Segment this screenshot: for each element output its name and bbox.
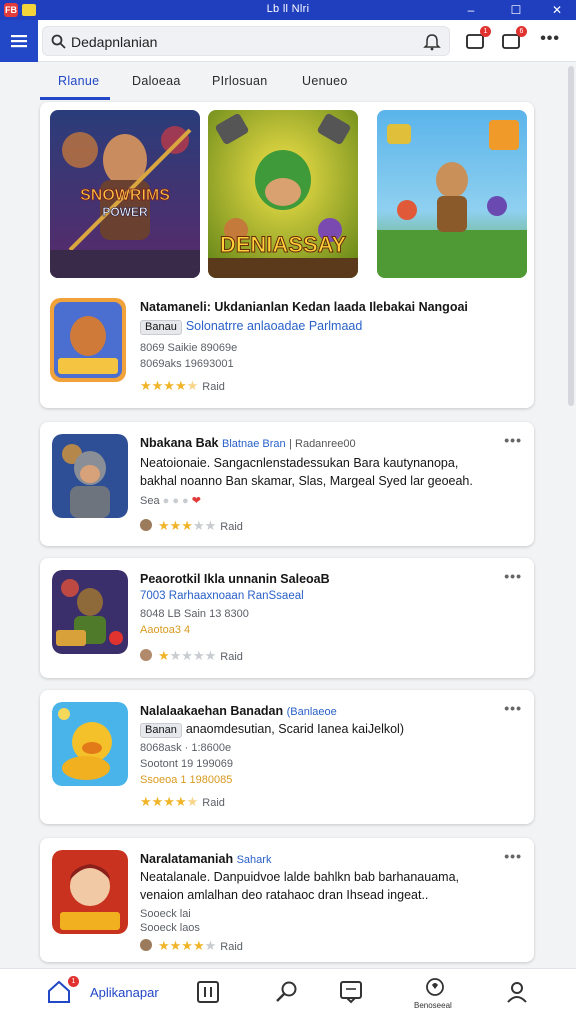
app-meta: Sea ● ● ● ❤	[140, 495, 201, 507]
nav-activity-label[interactable]: Benoseeal	[414, 1001, 452, 1010]
app-icon	[52, 434, 128, 518]
featured-card: SNOWRIMS POWER DENIASSAY Natamaneli: Ukd…	[40, 102, 534, 408]
banner-1-title: SNOWRIMS	[80, 187, 170, 204]
scrollbar[interactable]	[568, 66, 574, 406]
app-meta1: 8068ask · 1:8600e	[140, 742, 232, 754]
app-more-button[interactable]: •••	[504, 848, 522, 864]
avatar	[140, 519, 152, 531]
window-title: Lb ll Nlri	[266, 3, 310, 15]
featured-rating-label: Raid	[202, 381, 225, 393]
profile-icon	[507, 982, 527, 1003]
app-card[interactable]: Peaorotkil Ikla unnanin SaleoaB ••• 7003…	[40, 558, 534, 678]
app-card[interactable]: Naralatamaniah Sahark ••• Neatalanale. D…	[40, 838, 534, 962]
bottom-nav: 1 Aplikanapar Benoseeal	[0, 968, 576, 1024]
more-options-button[interactable]: •••	[540, 30, 560, 48]
app-rating: ★★★★★ Raid	[140, 794, 225, 809]
game-art-arena: DENIASSAY	[208, 110, 358, 278]
app-meta1: 8048 LB Sain 13 8300	[140, 608, 249, 620]
activity-icon	[426, 978, 444, 996]
featured-app-meta2: 8069aks 19693001	[140, 358, 234, 370]
app-more-button[interactable]: •••	[504, 700, 522, 716]
nav-library-button[interactable]	[195, 979, 225, 1009]
app-more-button[interactable]: •••	[504, 568, 522, 584]
minimize-button[interactable]: –	[456, 0, 486, 20]
featured-app-icon[interactable]	[50, 298, 126, 382]
tab-games[interactable]: Daloeaa	[132, 66, 181, 100]
app-meta2: Aaotoa3 4	[140, 624, 191, 636]
app-title: Nalalaakaehan Banadan (Banlaeoe	[140, 704, 337, 718]
app-subtitle-link[interactable]: 7003 Rarhaaxnoaan RanSsaeal	[140, 590, 304, 602]
app-card[interactable]: Nbakana Bak Blatnae Bran | Radanree00 ••…	[40, 422, 534, 546]
app-title: Nbakana Bak Blatnae Bran | Radanree00	[140, 436, 356, 450]
tab-new[interactable]: Uenueo	[302, 66, 348, 100]
featured-banner-1[interactable]: SNOWRIMS POWER	[50, 110, 200, 278]
inbox-button[interactable]: 1	[464, 26, 491, 52]
featured-banner-3[interactable]	[377, 110, 527, 278]
library-icon	[197, 981, 219, 1003]
app-desc-line1: Neatalanale. Danpuidvoe lalde bahlkn bab…	[140, 870, 459, 884]
app-icon	[52, 850, 128, 934]
nav-home-label[interactable]: Aplikanapar	[90, 985, 159, 1000]
app-desc-line2: bakhal noanno Ban skamar, Slas, Margeal …	[140, 474, 473, 488]
game-icon-hero	[52, 850, 128, 934]
app-title: Peaorotkil Ikla unnanin SaleoaB	[140, 572, 330, 586]
tab-home[interactable]: Rlanue	[58, 66, 99, 100]
tab-promotions[interactable]: PIrlosuan	[212, 66, 268, 100]
featured-app-meta1: 8069 Saikie 89069e	[140, 342, 238, 354]
game-icon-knight	[52, 434, 128, 518]
maximize-button[interactable]: ☐	[501, 0, 531, 20]
inbox-badge: 1	[480, 26, 491, 37]
game-art-adventure	[377, 110, 527, 278]
featured-app-title[interactable]: Natamaneli: Ukdanianlan Kedan laada Ileb…	[140, 300, 468, 314]
search-icon	[276, 981, 297, 1002]
app-rating: ★★★★★ Raid	[140, 648, 243, 664]
home-badge: 1	[68, 976, 79, 987]
tab-bar: Rlanue Daloeaa PIrlosuan Uenueo	[40, 66, 540, 100]
featured-app-rating: ★★★★★ Raid	[140, 378, 225, 393]
search-input[interactable]: Dedapnlanian	[42, 26, 450, 56]
app-title: Naralatamaniah Sahark	[140, 852, 272, 866]
app-meta2: Sootont 19 199069	[140, 758, 233, 770]
avatar	[140, 939, 152, 951]
search-text: Dedapnlanian	[71, 34, 158, 50]
game-art-warrior: SNOWRIMS POWER	[50, 110, 200, 278]
nav-profile-button[interactable]	[504, 979, 534, 1009]
nav-search-button[interactable]	[274, 979, 304, 1009]
banner-1-subtitle: POWER	[102, 205, 148, 219]
featured-banner-2[interactable]: DENIASSAY	[208, 110, 358, 278]
app-more-button[interactable]: •••	[504, 432, 522, 448]
window-titlebar: FB Lb ll Nlri – ☐ ✕	[0, 0, 576, 20]
avatar	[140, 649, 152, 661]
chat-icon	[340, 981, 362, 1004]
app-desc-line1: Banan anaomdesutian, Scarid Ianea kaiJelk…	[140, 722, 404, 738]
app-rating: ★★★★★ Raid	[140, 518, 243, 534]
featured-app-subtitle: Banau Solonatrre anlaoadae Parlmaad	[140, 319, 362, 335]
search-icon	[51, 34, 66, 49]
hamburger-icon	[11, 35, 27, 48]
messages-badge: 6	[516, 26, 527, 37]
game-icon-soldier	[52, 570, 128, 654]
toolbar: Dedapnlanian 1 6 •••	[0, 20, 576, 62]
app-meta3: Ssoeoa 1 1980085	[140, 774, 233, 786]
app-meta1: Sooeck lai	[140, 908, 191, 920]
app-desc-line2: venaion amlalhan deo ratahaoc dran Ihsea…	[140, 888, 429, 902]
nav-home-button[interactable]: 1	[46, 976, 79, 1009]
bell-icon[interactable]	[423, 33, 441, 51]
game-icon-monkey	[50, 298, 126, 382]
app-rating: ★★★★★ Raid	[140, 938, 243, 954]
featured-app-chip: Banau	[140, 320, 182, 335]
app-icon	[52, 702, 128, 786]
featured-app-link[interactable]: Solonatrre anlaoadae Parlmaad	[186, 319, 363, 333]
app-desc-line1: Neatoionaie. Sangacnlenstadessukan Bara …	[140, 456, 459, 470]
app-meta2: Sooeck laos	[140, 922, 200, 934]
app-icon	[52, 570, 128, 654]
messages-button[interactable]: 6	[500, 26, 527, 52]
menu-button[interactable]	[0, 20, 38, 62]
close-button[interactable]: ✕	[542, 0, 572, 20]
active-tab-indicator	[40, 97, 110, 100]
nav-messages-button[interactable]	[338, 979, 368, 1009]
app-card[interactable]: Nalalaakaehan Banadan (Banlaeoe ••• Bana…	[40, 690, 534, 824]
banner-2-title: DENIASSAY	[220, 232, 347, 257]
game-icon-duck	[52, 702, 128, 786]
